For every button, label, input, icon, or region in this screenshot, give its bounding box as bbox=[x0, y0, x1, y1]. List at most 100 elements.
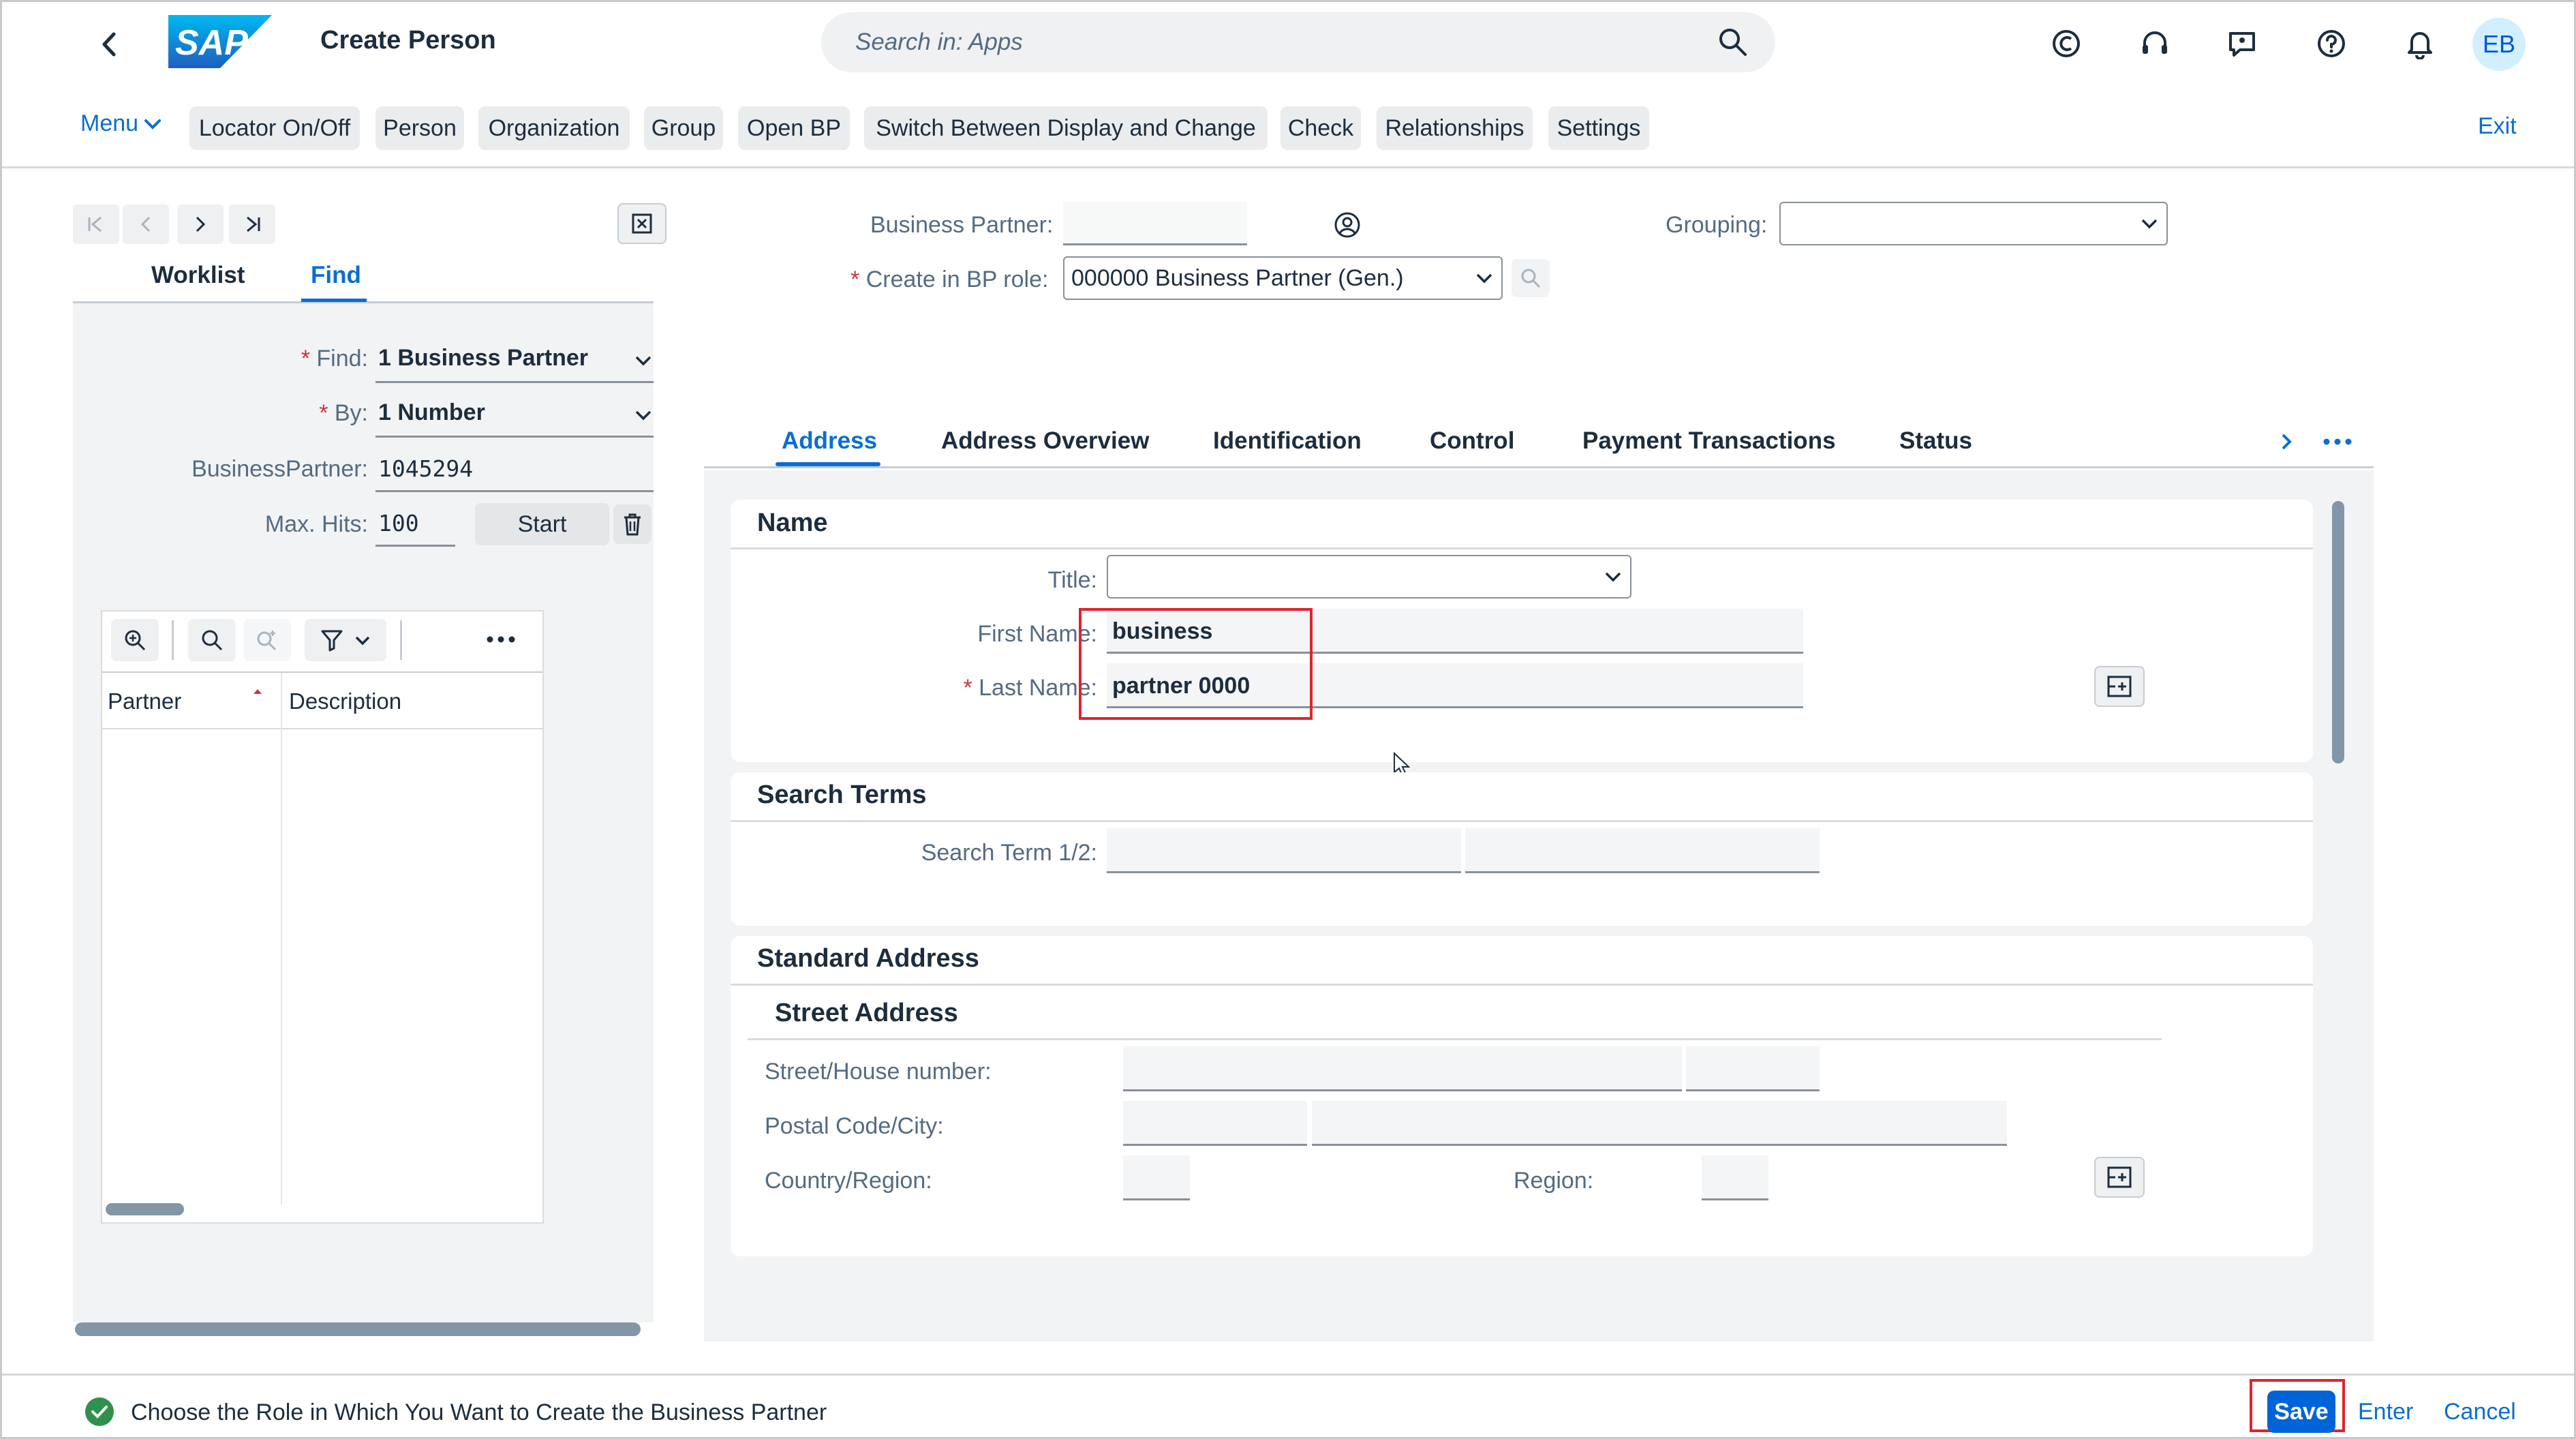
tab-address-overview[interactable]: Address Overview bbox=[941, 427, 1149, 455]
find-next-button[interactable] bbox=[243, 619, 291, 661]
first-record-button[interactable] bbox=[73, 205, 119, 244]
tabs-overflow-button[interactable] bbox=[2318, 429, 2357, 454]
relationships-button[interactable]: Relationships bbox=[1377, 106, 1533, 150]
find-label: * Find: bbox=[301, 346, 368, 372]
by-select-underline bbox=[375, 436, 654, 438]
chevron-down-icon bbox=[144, 119, 162, 130]
search-terms-title: Search Terms bbox=[757, 781, 927, 809]
bp-role-select[interactable]: 000000 Business Partner (Gen.) bbox=[1063, 256, 1503, 300]
find-select-value: 1 Business Partner bbox=[378, 345, 589, 371]
last-page-icon bbox=[247, 216, 260, 232]
search-next-icon bbox=[257, 631, 277, 651]
street-input[interactable] bbox=[1123, 1046, 1682, 1091]
save-button[interactable]: Save bbox=[2267, 1391, 2335, 1433]
find-in-grid-button[interactable] bbox=[188, 619, 236, 661]
tab-identification[interactable]: Identification bbox=[1213, 427, 1362, 455]
grouping-select[interactable] bbox=[1779, 202, 2168, 245]
expand-fields-icon bbox=[2107, 676, 2132, 697]
max-hits-input[interactable]: 100 bbox=[375, 503, 455, 547]
bp-role-label: * Create in BP role: bbox=[850, 267, 1049, 292]
name-more-fields-button[interactable] bbox=[2094, 666, 2145, 707]
copilot-icon[interactable] bbox=[2047, 25, 2085, 63]
zoom-button[interactable] bbox=[111, 619, 159, 661]
role-value-help-button[interactable] bbox=[1512, 259, 1550, 297]
settings-button[interactable]: Settings bbox=[1548, 106, 1649, 150]
postal-code-input[interactable] bbox=[1123, 1101, 1307, 1146]
locator-toggle-button[interactable]: Locator On/Off bbox=[189, 106, 360, 150]
search-terms-divider bbox=[731, 820, 2313, 822]
user-avatar[interactable]: EB bbox=[2472, 18, 2526, 71]
svg-text:SAP: SAP bbox=[175, 23, 248, 63]
column-header-description[interactable]: Description bbox=[289, 688, 401, 714]
back-button[interactable] bbox=[89, 24, 129, 65]
open-bp-button[interactable]: Open BP bbox=[738, 106, 850, 150]
left-pane-horizontal-scrollbar[interactable] bbox=[75, 1322, 641, 1336]
grid-horizontal-scrollbar[interactable] bbox=[106, 1203, 184, 1215]
enter-button[interactable]: Enter bbox=[2358, 1399, 2413, 1425]
app-title: Create Person bbox=[320, 26, 496, 55]
search-icon[interactable] bbox=[1717, 26, 1748, 57]
close-locator-button[interactable] bbox=[617, 203, 666, 244]
headset-icon[interactable] bbox=[2136, 25, 2174, 63]
search-placeholder: Search in: Apps bbox=[855, 29, 1023, 55]
organization-button[interactable]: Organization bbox=[478, 106, 630, 150]
more-options-button[interactable] bbox=[480, 626, 521, 653]
content-vertical-scrollbar[interactable] bbox=[2332, 501, 2344, 763]
person-type-button[interactable] bbox=[1330, 208, 1364, 242]
next-record-button[interactable] bbox=[177, 205, 224, 244]
trash-icon bbox=[624, 513, 641, 536]
street-address-subtitle: Street Address bbox=[775, 999, 958, 1027]
clear-button[interactable] bbox=[613, 504, 651, 544]
last-record-button[interactable] bbox=[229, 205, 275, 244]
region-input[interactable] bbox=[1702, 1155, 1768, 1200]
cancel-button[interactable]: Cancel bbox=[2444, 1399, 2516, 1425]
switch-display-change-button[interactable]: Switch Between Display and Change bbox=[864, 106, 1268, 150]
active-tab-indicator bbox=[301, 299, 367, 302]
standard-address-divider bbox=[731, 984, 2313, 986]
tab-find[interactable]: Find bbox=[311, 262, 361, 289]
city-input[interactable] bbox=[1312, 1101, 2007, 1146]
street-label: Street/House number: bbox=[765, 1059, 992, 1085]
notification-bell-icon[interactable] bbox=[2401, 25, 2439, 63]
region-label: Region: bbox=[1514, 1168, 1594, 1194]
filter-button[interactable] bbox=[305, 619, 386, 661]
business-partner-search-input[interactable]: 1045294 bbox=[375, 449, 654, 492]
search-icon bbox=[1521, 269, 1541, 288]
business-partner-input[interactable] bbox=[1063, 202, 1247, 245]
start-button[interactable]: Start bbox=[475, 503, 609, 545]
by-select[interactable]: 1 Number bbox=[375, 394, 654, 438]
exit-button[interactable]: Exit bbox=[2478, 113, 2517, 140]
max-hits-label: Max. Hits: bbox=[264, 511, 368, 537]
tab-payment-transactions[interactable]: Payment Transactions bbox=[1582, 427, 1836, 455]
search-field[interactable]: Search in: Apps bbox=[821, 12, 1775, 72]
person-button[interactable]: Person bbox=[375, 106, 464, 150]
help-icon[interactable] bbox=[2312, 25, 2350, 63]
house-number-input[interactable] bbox=[1686, 1046, 1820, 1091]
tab-worklist[interactable]: Worklist bbox=[151, 262, 245, 289]
tab-control[interactable]: Control bbox=[1430, 427, 1514, 455]
tabs-scroll-right-button[interactable] bbox=[2273, 428, 2300, 455]
business-partner-search-underline bbox=[375, 490, 654, 492]
find-select[interactable]: 1 Business Partner bbox=[375, 339, 654, 383]
first-page-icon bbox=[88, 216, 102, 232]
column-header-partner[interactable]: Partner bbox=[108, 688, 181, 714]
previous-record-button[interactable] bbox=[123, 205, 169, 244]
country-input[interactable] bbox=[1123, 1155, 1190, 1200]
check-button[interactable]: Check bbox=[1281, 106, 1361, 150]
grid-toolbar-separator bbox=[172, 620, 174, 660]
bp-role-value: 000000 Business Partner (Gen.) bbox=[1071, 264, 1404, 291]
search-term-2-input[interactable] bbox=[1465, 828, 1820, 873]
tab-status[interactable]: Status bbox=[1899, 427, 1972, 455]
search-term-1-input[interactable] bbox=[1107, 828, 1461, 873]
address-more-fields-button[interactable] bbox=[2094, 1157, 2145, 1198]
sort-ascending-icon bbox=[254, 689, 262, 694]
tab-address[interactable]: Address bbox=[782, 427, 877, 455]
street-address-divider bbox=[748, 1038, 2162, 1040]
menu-button[interactable]: Menu bbox=[80, 110, 162, 137]
title-select[interactable] bbox=[1107, 555, 1631, 599]
group-button[interactable]: Group bbox=[644, 106, 723, 150]
by-label: * By: bbox=[319, 400, 368, 426]
last-name-label: * Last Name: bbox=[963, 675, 1097, 701]
standard-address-title: Standard Address bbox=[757, 944, 979, 973]
feedback-icon[interactable] bbox=[2223, 25, 2261, 63]
